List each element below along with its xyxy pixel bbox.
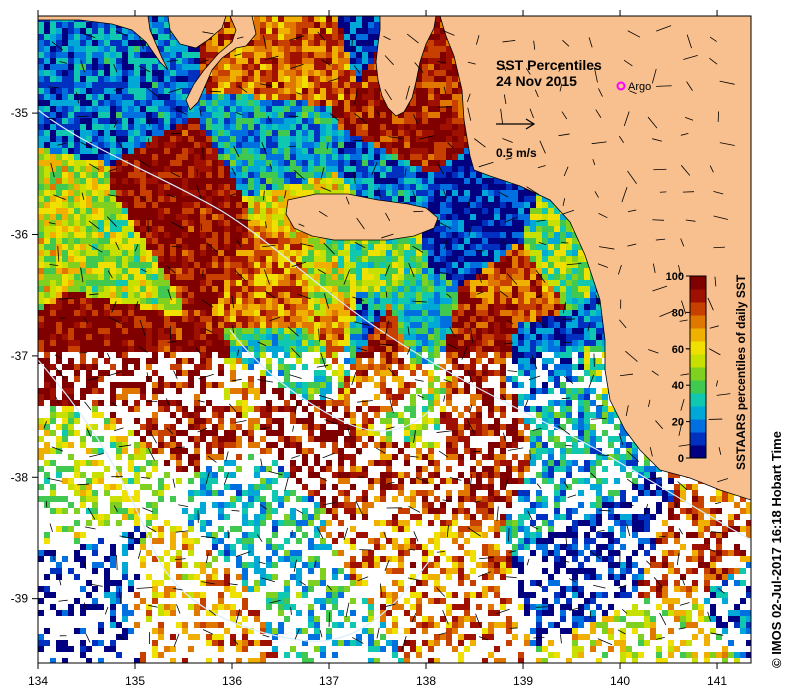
current-arrow <box>291 530 293 537</box>
colorbar-segment <box>690 432 706 446</box>
colorbar-label: SSTAARS percentiles of daily SST <box>734 274 748 470</box>
current-arrow <box>565 444 573 447</box>
credit-text: © IMOS 02-Jul-2017 16:18 Hobart Time <box>769 431 784 668</box>
colorbar-segment <box>690 419 706 433</box>
sst-percentile-map: 134 135 136 137 138 139 140 141 -35 -36 -37 -38 -39… <box>11 10 784 688</box>
colorbar-segment <box>690 328 706 342</box>
colorbar-tick-label: 60 <box>672 344 684 356</box>
x-tick-label: 140 <box>610 674 630 688</box>
colorbar-segment <box>690 406 706 420</box>
y-tick-label: -39 <box>11 592 29 606</box>
x-tick-label: 134 <box>28 674 48 688</box>
y-tick-label: -36 <box>11 227 29 241</box>
colorbar-tick-label: 0 <box>678 453 684 465</box>
colorbar-tick-label: 20 <box>672 417 684 429</box>
current-arrow <box>147 218 149 233</box>
colorbar-segment <box>690 354 706 368</box>
colorbar-segment <box>690 380 706 394</box>
colorbar-segment <box>690 341 706 355</box>
current-arrow <box>83 602 85 610</box>
current-arrow <box>45 500 48 508</box>
x-tick-label: 135 <box>125 674 145 688</box>
current-arrow <box>202 146 204 160</box>
current-arrow <box>529 449 531 460</box>
x-tick-label: 141 <box>707 674 727 688</box>
current-arrow <box>288 145 297 148</box>
colorbar-segment <box>690 302 706 316</box>
current-arrow <box>508 528 510 542</box>
map-date: 24 Nov 2015 <box>496 73 577 89</box>
colorbar-tick-label: 100 <box>666 271 684 283</box>
current-arrow <box>328 612 330 627</box>
scale-label: 0.5 m/s <box>496 146 537 160</box>
y-tick-label: -35 <box>11 106 29 120</box>
map-title: SST Percentiles <box>496 57 602 73</box>
colorbar-segment <box>690 289 706 303</box>
y-tick-label: -37 <box>11 349 29 363</box>
current-arrow <box>202 269 204 277</box>
x-tick-label: 136 <box>222 674 242 688</box>
x-tick-label: 138 <box>416 674 436 688</box>
x-tick-label: 139 <box>513 674 533 688</box>
y-tick-label: -38 <box>11 470 29 484</box>
colorbar <box>689 275 707 459</box>
colorbar-tick-label: 40 <box>672 380 684 392</box>
current-arrow <box>509 627 518 629</box>
colorbar-segment <box>690 276 706 290</box>
y-axis: -35 -36 -37 -38 -39 <box>11 106 38 606</box>
current-arrow <box>351 39 353 51</box>
x-tick-label: 137 <box>319 674 339 688</box>
colorbar-tick-label: 80 <box>672 307 684 319</box>
colorbar-segment <box>690 445 706 459</box>
current-arrow <box>535 606 548 608</box>
colorbar-segment <box>690 367 706 381</box>
colorbar-segment <box>690 315 706 329</box>
current-arrow <box>77 115 89 118</box>
argo-label: Argo <box>628 81 651 93</box>
colorbar-segment <box>690 393 706 407</box>
